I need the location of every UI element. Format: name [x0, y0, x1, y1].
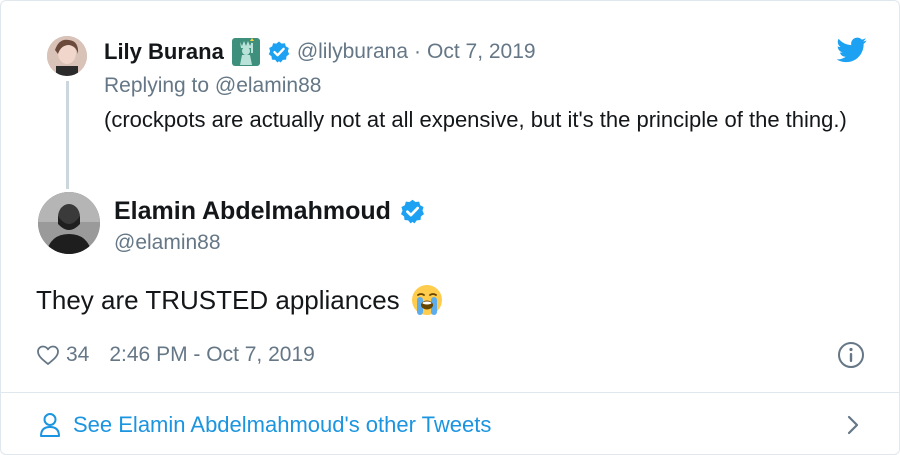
person-icon	[40, 413, 60, 437]
reply-tweet-header: Lily Burana @lilyburana · Oct 7, 2019	[104, 37, 536, 67]
verified-badge-icon	[400, 199, 424, 224]
info-icon[interactable]	[837, 341, 865, 369]
tweet-timestamp[interactable]: 2:46 PM - Oct 7, 2019	[109, 343, 314, 367]
author-handle[interactable]: @lilyburana	[297, 40, 408, 64]
see-other-tweets-label[interactable]: See Elamin Abdelmahmoud's other Tweets	[73, 412, 491, 438]
embedded-tweet-card: Lily Burana @lilyburana · Oct 7, 2019 Re…	[0, 0, 900, 455]
author-handle[interactable]: @elamin88	[114, 231, 221, 255]
heart-icon[interactable]	[36, 343, 60, 367]
chevron-right-icon[interactable]	[845, 413, 861, 437]
twitter-bird-icon[interactable]	[837, 37, 867, 63]
tweet-date-link[interactable]: Oct 7, 2019	[427, 40, 536, 64]
tweet-text-content: They are TRUSTED appliances	[36, 284, 400, 315]
statue-of-liberty-emoji	[231, 38, 260, 66]
footer-divider	[1, 392, 899, 393]
verified-badge-icon	[268, 41, 290, 63]
loudly-crying-face-emoji	[411, 285, 442, 315]
avatar-lily-burana[interactable]	[47, 36, 87, 76]
author-name[interactable]: Elamin Abdelmahmoud	[114, 197, 391, 226]
separator-dot: ·	[414, 40, 422, 63]
thread-connector-line	[66, 81, 69, 189]
main-tweet-author: Elamin Abdelmahmoud	[114, 197, 426, 226]
author-name[interactable]: Lily Burana	[104, 39, 224, 65]
like-count[interactable]: 34	[66, 343, 89, 367]
see-other-tweets-link[interactable]: See Elamin Abdelmahmoud's other Tweets	[39, 409, 491, 441]
main-tweet-text: They are TRUSTED appliances	[36, 283, 444, 317]
reply-tweet-text: (crockpots are actually not at all expen…	[104, 107, 847, 132]
avatar-elamin-abdelmahmoud[interactable]	[38, 192, 100, 254]
replying-to-label: Replying to @elamin88	[104, 74, 322, 97]
tweet-meta-row: 34 2:46 PM - Oct 7, 2019	[36, 340, 315, 370]
